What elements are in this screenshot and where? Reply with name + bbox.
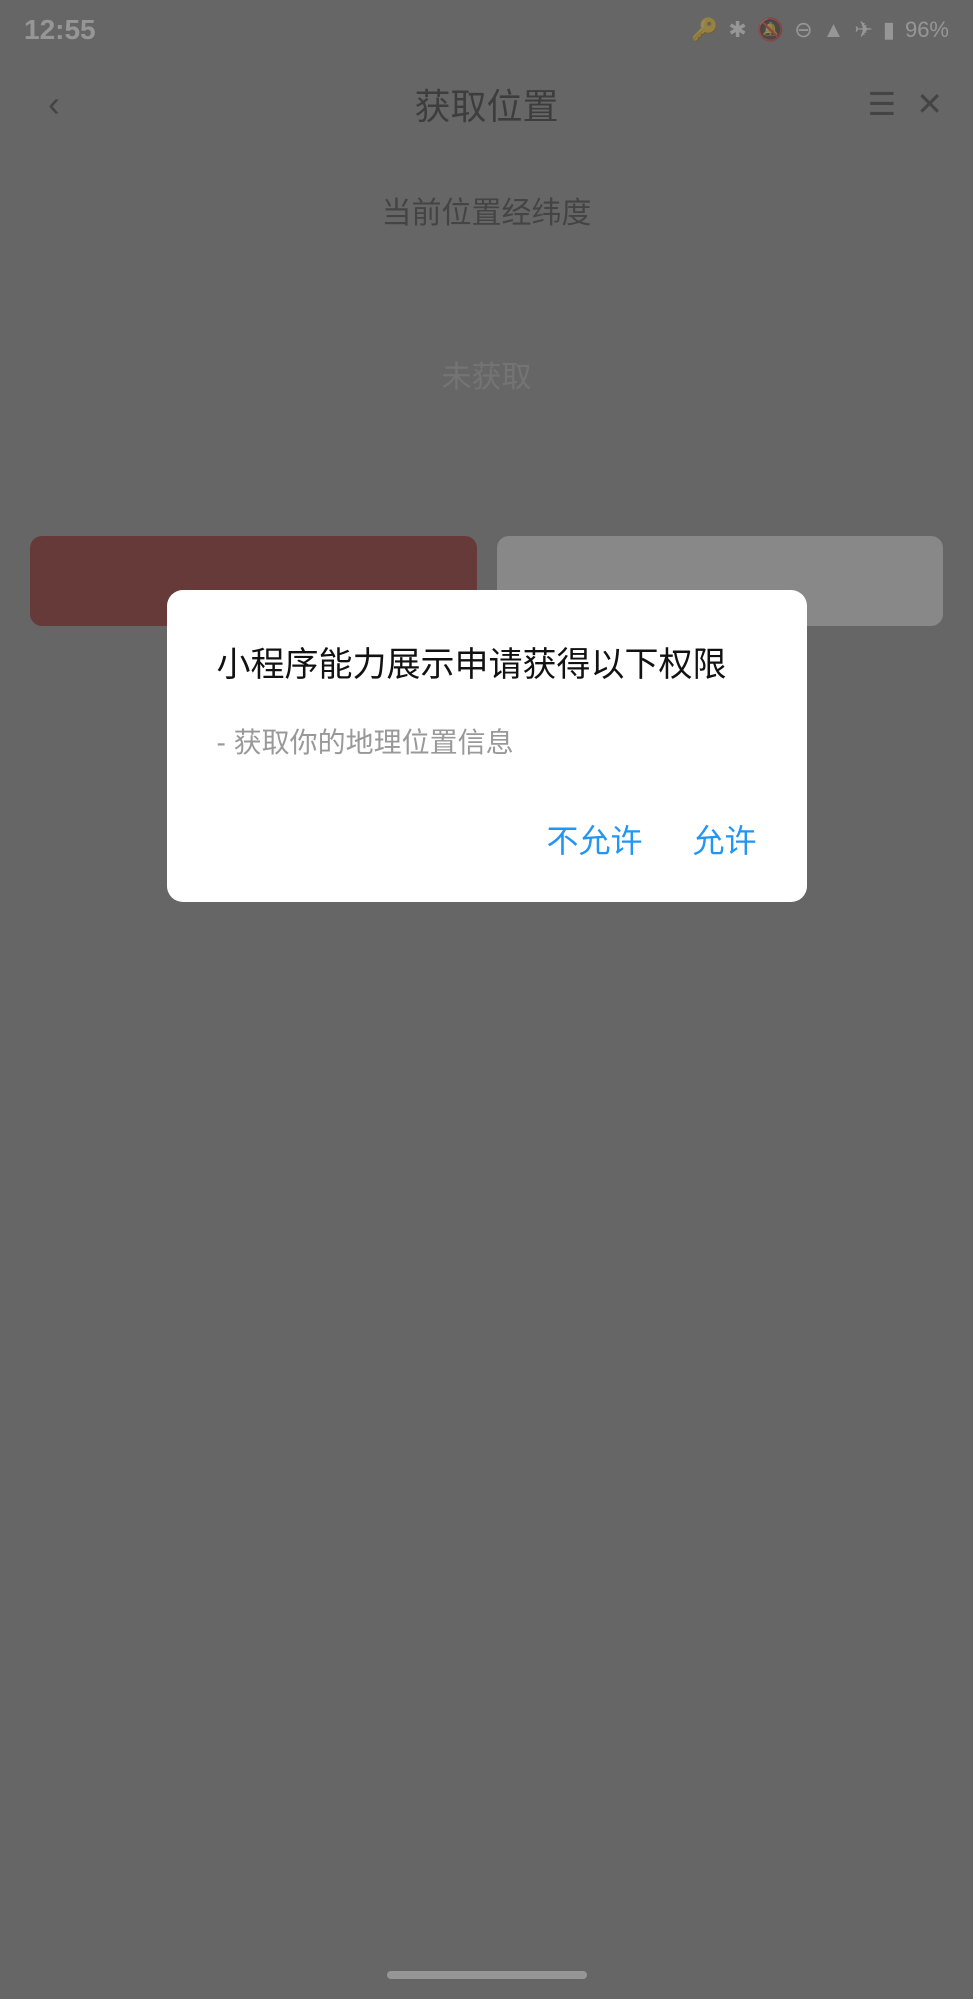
overlay (0, 0, 973, 1999)
deny-button[interactable]: 不允许 (546, 816, 642, 862)
allow-button[interactable]: 允许 (692, 816, 756, 862)
dialog-message: - 获取你的地理位置信息 (217, 721, 757, 766)
dialog-actions: 不允许 允许 (217, 816, 757, 862)
dialog-title: 小程序能力展示申请获得以下权限 (217, 640, 757, 691)
permission-dialog: 小程序能力展示申请获得以下权限 - 获取你的地理位置信息 不允许 允许 (167, 590, 807, 902)
